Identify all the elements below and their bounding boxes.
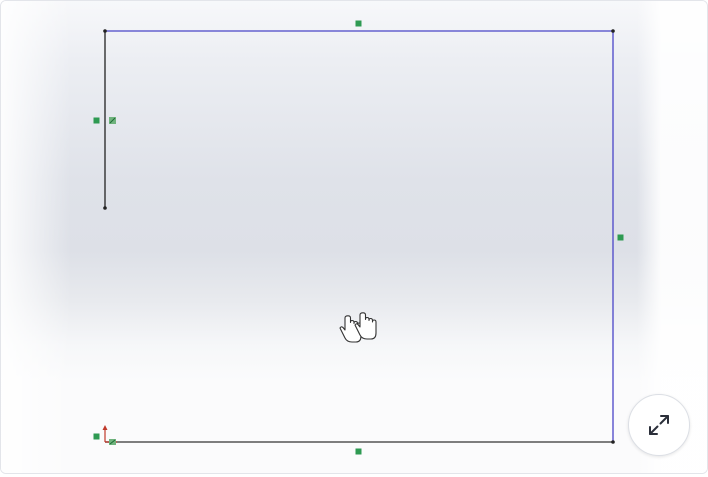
- sketch-endpoint[interactable]: [611, 440, 615, 444]
- coincident-relation-icon[interactable]: [93, 433, 100, 440]
- expand-fullscreen-button[interactable]: [628, 394, 690, 456]
- cad-sketch-viewport[interactable]: [1, 1, 707, 473]
- horizontal-relation-icon[interactable]: [355, 20, 362, 27]
- sketch-viewer-frame: [0, 0, 708, 474]
- horizontal-relation-icon[interactable]: [355, 448, 362, 455]
- vertical-relation-icon[interactable]: [93, 117, 100, 124]
- fix-relation-icon[interactable]: [109, 117, 116, 124]
- vertical-relation-icon[interactable]: [617, 234, 624, 241]
- fix-relation-icon[interactable]: [109, 439, 116, 445]
- hand-grab-icon: [339, 312, 377, 343]
- sketch-endpoint[interactable]: [103, 29, 107, 33]
- sketch-canvas[interactable]: [1, 1, 707, 473]
- sketch-endpoint[interactable]: [611, 29, 615, 33]
- sketch-endpoint[interactable]: [103, 206, 107, 210]
- expand-arrows-icon: [649, 415, 669, 435]
